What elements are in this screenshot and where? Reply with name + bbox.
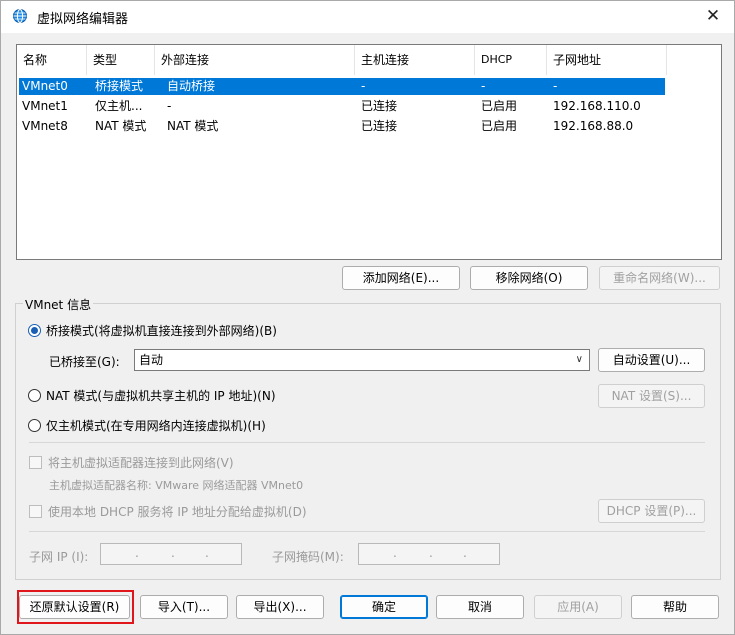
- use-dhcp-label[interactable]: 使用本地 DHCP 服务将 IP 地址分配给虚拟机(D): [48, 503, 307, 520]
- table-row[interactable]: VMnet8 NAT 模式 NAT 模式 已连接 已启用 192.168.88.…: [19, 118, 665, 135]
- cancel-button[interactable]: 取消: [436, 595, 524, 619]
- cell-host: 已连接: [361, 119, 398, 133]
- vmnet-info-title: VMnet 信息: [23, 296, 94, 313]
- close-button[interactable]: ✕: [692, 1, 734, 33]
- network-globe-icon: [13, 9, 27, 23]
- column-header-dhcp[interactable]: DHCP: [475, 45, 547, 75]
- chevron-down-icon: ∨: [575, 354, 583, 365]
- nat-mode-label[interactable]: NAT 模式(与虚拟机共享主机的 IP 地址)(N): [46, 387, 276, 404]
- separator: [29, 531, 705, 532]
- virtual-network-editor-dialog: 虚拟网络编辑器 ✕ 名称 类型 外部连接 主机连接 DHCP 子网地址 VMne…: [0, 0, 735, 635]
- cell-external: -: [167, 99, 172, 113]
- apply-button[interactable]: 应用(A): [534, 595, 622, 619]
- table-row[interactable]: VMnet1 仅主机... - 已连接 已启用 192.168.110.0: [19, 98, 665, 115]
- subnet-mask-field[interactable]: . . .: [358, 543, 500, 565]
- column-header-host[interactable]: 主机连接: [355, 45, 475, 75]
- cell-external: NAT 模式: [167, 119, 219, 133]
- nat-settings-button[interactable]: NAT 设置(S)...: [598, 384, 705, 408]
- rename-network-button[interactable]: 重命名网络(W)...: [599, 266, 720, 290]
- window-title: 虚拟网络编辑器: [37, 12, 129, 27]
- dhcp-settings-button[interactable]: DHCP 设置(P)...: [598, 499, 705, 523]
- cell-name: VMnet8: [22, 119, 68, 133]
- subnet-ip-label: 子网 IP (I):: [29, 550, 89, 564]
- remove-network-button[interactable]: 移除网络(O): [470, 266, 588, 290]
- list-header: 名称 类型 外部连接 主机连接 DHCP 子网地址: [17, 45, 721, 75]
- subnet-mask-label: 子网掩码(M):: [272, 550, 344, 564]
- bridged-to-select[interactable]: 自动 ∨: [134, 349, 590, 371]
- nat-mode-radio[interactable]: [28, 389, 41, 402]
- cell-dhcp: 已启用: [481, 99, 518, 113]
- highlight-annotation: [17, 590, 134, 624]
- title-bar: 虚拟网络编辑器 ✕: [1, 1, 734, 33]
- bridged-mode-radio[interactable]: [28, 324, 41, 337]
- cell-name: VMnet1: [22, 99, 68, 113]
- add-network-button[interactable]: 添加网络(E)...: [342, 266, 460, 290]
- export-button[interactable]: 导出(X)...: [236, 595, 324, 619]
- cell-name: VMnet0: [22, 79, 68, 93]
- cell-subnet: 192.168.110.0: [553, 99, 641, 113]
- host-only-label[interactable]: 仅主机模式(在专用网络内连接虚拟机)(H): [46, 417, 266, 434]
- connect-adapter-label[interactable]: 将主机虚拟适配器连接到此网络(V): [48, 454, 234, 471]
- cell-type: 桥接模式: [95, 79, 144, 93]
- column-header-subnet[interactable]: 子网地址: [547, 45, 667, 75]
- close-icon: ✕: [705, 6, 721, 26]
- cell-external: 自动桥接: [167, 79, 216, 93]
- bridged-mode-label[interactable]: 桥接模式(将虚拟机直接连接到外部网络)(B): [46, 322, 277, 339]
- host-only-radio[interactable]: [28, 419, 41, 432]
- adapter-name-label: 主机虚拟适配器名称: VMware 网络适配器 VMnet0: [49, 479, 304, 492]
- cell-subnet: 192.168.88.0: [553, 119, 634, 133]
- cell-host: 已连接: [361, 99, 398, 113]
- cell-dhcp: -: [481, 79, 486, 93]
- use-dhcp-checkbox[interactable]: [29, 505, 42, 518]
- auto-settings-button[interactable]: 自动设置(U)...: [598, 348, 705, 372]
- cell-dhcp: 已启用: [481, 119, 518, 133]
- subnet-ip-field[interactable]: . . .: [100, 543, 242, 565]
- import-button[interactable]: 导入(T)...: [140, 595, 228, 619]
- cell-host: -: [361, 79, 366, 93]
- cell-subnet: -: [553, 79, 558, 93]
- bridged-to-value: 自动: [139, 353, 164, 367]
- table-row[interactable]: VMnet0 桥接模式 自动桥接 - - -: [19, 78, 665, 95]
- column-header-type[interactable]: 类型: [87, 45, 155, 75]
- bridged-to-label: 已桥接至(G):: [49, 355, 120, 369]
- column-header-external[interactable]: 外部连接: [155, 45, 355, 75]
- cell-type: 仅主机...: [95, 99, 143, 113]
- network-list[interactable]: 名称 类型 外部连接 主机连接 DHCP 子网地址 VMnet0 桥接模式 自动…: [16, 44, 722, 260]
- help-button[interactable]: 帮助: [631, 595, 719, 619]
- column-header-name[interactable]: 名称: [17, 45, 87, 75]
- cell-type: NAT 模式: [95, 119, 147, 133]
- separator: [29, 442, 705, 443]
- connect-adapter-checkbox[interactable]: [29, 456, 42, 469]
- ok-button[interactable]: 确定: [340, 595, 428, 619]
